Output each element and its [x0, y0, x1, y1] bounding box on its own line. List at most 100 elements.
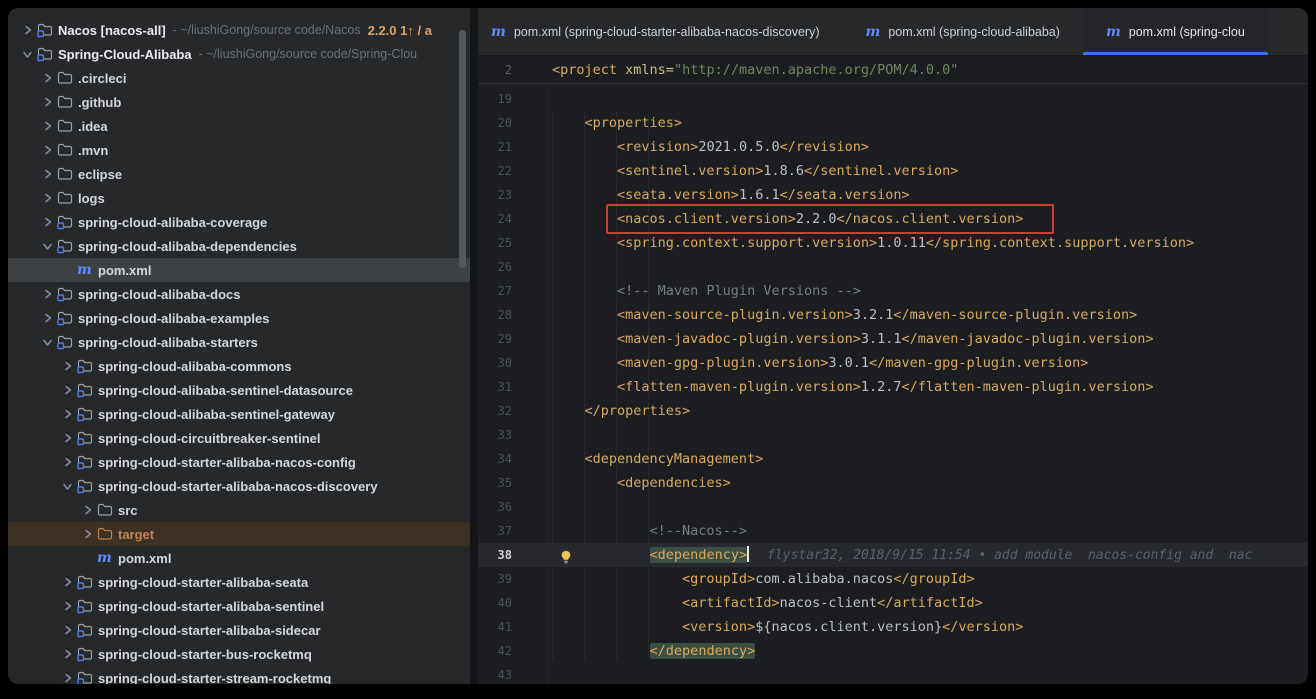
code-editor-area[interactable]: 1920 <properties>21 <revision>2021.0.5.0… [478, 85, 1308, 684]
chevron-right-icon[interactable] [58, 601, 77, 611]
chevron-right-icon[interactable] [18, 25, 37, 35]
tree-item-spring-cloud-starter-alibaba-sentinel[interactable]: spring-cloud-starter-alibaba-sentinel [8, 594, 470, 618]
module-folder-icon [77, 407, 98, 422]
tree-item-spring-cloud-alibaba-coverage[interactable]: spring-cloud-alibaba-coverage [8, 210, 470, 234]
module-folder-icon [77, 383, 98, 398]
tree-item-spring-cloud-alibaba-sentinel-gateway[interactable]: spring-cloud-alibaba-sentinel-gateway [8, 402, 470, 426]
chevron-down-icon[interactable] [43, 333, 53, 352]
chevron-right-icon[interactable] [58, 385, 77, 395]
chevron-right-icon[interactable] [58, 577, 77, 587]
tree-item-spring-cloud-starter-alibaba-sidecar[interactable]: spring-cloud-starter-alibaba-sidecar [8, 618, 470, 642]
line-number: 21 [478, 135, 512, 159]
chevron-right-icon[interactable] [58, 649, 77, 659]
code-line-43[interactable]: 43 [478, 663, 1308, 684]
tree-item-spring-cloud-alibaba-sentinel-datasource[interactable]: spring-cloud-alibaba-sentinel-datasource [8, 378, 470, 402]
chevron-right-icon[interactable] [38, 97, 57, 107]
tree-item-spring-cloud-alibaba-dependencies[interactable]: spring-cloud-alibaba-dependencies [8, 234, 470, 258]
tree-item-github[interactable]: .github [8, 90, 470, 114]
code-text: </properties> [552, 399, 690, 423]
chevron-down-icon[interactable] [63, 477, 73, 496]
tree-item-nacos-nacos-all[interactable]: Nacos [nacos-all]- ~/liushiGong/source c… [8, 18, 470, 42]
sticky-context-line[interactable]: 2 <project xmlns="http://maven.apache.or… [478, 56, 1308, 84]
chevron-right-icon[interactable] [38, 313, 57, 323]
editor-tab-pom-xml-spring-cloud-starter-alibaba-nacos-discovery[interactable]: mpom.xml (spring-cloud-starter-alibaba-n… [478, 8, 843, 55]
tree-item-mvn[interactable]: .mvn [8, 138, 470, 162]
tree-item-target[interactable]: target [8, 522, 470, 546]
code-line-38[interactable]: 38 <dependency>flystar32, 2018/9/15 11:5… [478, 543, 1308, 567]
tree-item-circleci[interactable]: .circleci [8, 66, 470, 90]
tree-item-spring-cloud-alibaba-commons[interactable]: spring-cloud-alibaba-commons [8, 354, 470, 378]
code-line-37[interactable]: 37 <!--Nacos--> [478, 519, 1308, 543]
code-line-21[interactable]: 21 <revision>2021.0.5.0</revision> [478, 135, 1308, 159]
code-text: <sentinel.version>1.8.6</sentinel.versio… [552, 159, 958, 183]
chevron-right-icon[interactable] [38, 169, 57, 179]
code-line-39[interactable]: 39 <groupId>com.alibaba.nacos</groupId> [478, 567, 1308, 591]
tree-item-eclipse[interactable]: eclipse [8, 162, 470, 186]
tree-item-logs[interactable]: logs [8, 186, 470, 210]
chevron-right-icon[interactable] [78, 505, 97, 515]
chevron-right-icon[interactable] [58, 433, 77, 443]
chevron-right-icon[interactable] [58, 673, 77, 683]
tree-item-spring-cloud-alibaba-examples[interactable]: spring-cloud-alibaba-examples [8, 306, 470, 330]
tree-item-spring-cloud-starter-alibaba-nacos-discovery[interactable]: spring-cloud-starter-alibaba-nacos-disco… [8, 474, 470, 498]
code-line-28[interactable]: 28 <maven-source-plugin.version>3.2.1</m… [478, 303, 1308, 327]
chevron-right-icon[interactable] [78, 529, 97, 539]
code-line-33[interactable]: 33 [478, 423, 1308, 447]
code-line-25[interactable]: 25 <spring.context.support.version>1.0.1… [478, 231, 1308, 255]
line-number: 40 [478, 591, 512, 615]
tree-item-src[interactable]: src [8, 498, 470, 522]
chevron-right-icon[interactable] [58, 625, 77, 635]
chevron-right-icon[interactable] [58, 361, 77, 371]
code-line-30[interactable]: 30 <maven-gpg-plugin.version>3.0.1</mave… [478, 351, 1308, 375]
chevron-down-icon[interactable] [43, 237, 53, 256]
code-line-24[interactable]: 24 <nacos.client.version>2.2.0</nacos.cl… [478, 207, 1308, 231]
code-line-22[interactable]: 22 <sentinel.version>1.8.6</sentinel.ver… [478, 159, 1308, 183]
code-line-32[interactable]: 32 </properties> [478, 399, 1308, 423]
tree-item-spring-cloud-starter-stream-rocketmq[interactable]: spring-cloud-starter-stream-rocketmq [8, 666, 470, 684]
chevron-right-icon[interactable] [38, 73, 57, 83]
chevron-right-icon[interactable] [38, 121, 57, 131]
code-line-19[interactable]: 19 [478, 87, 1308, 111]
tree-item-idea[interactable]: .idea [8, 114, 470, 138]
text-cursor [747, 546, 749, 562]
code-line-26[interactable]: 26 [478, 255, 1308, 279]
code-line-29[interactable]: 29 <maven-javadoc-plugin.version>3.1.1</… [478, 327, 1308, 351]
code-line-36[interactable]: 36 [478, 495, 1308, 519]
module-folder-icon [77, 647, 98, 662]
code-line-42[interactable]: 42 </dependency> [478, 639, 1308, 663]
code-line-34[interactable]: 34 <dependencyManagement> [478, 447, 1308, 471]
code-token: <!--Nacos--> [552, 523, 747, 539]
code-line-40[interactable]: 40 <artifactId>nacos-client</artifactId> [478, 591, 1308, 615]
chevron-right-icon[interactable] [38, 145, 57, 155]
code-line-35[interactable]: 35 <dependencies> [478, 471, 1308, 495]
code-line-23[interactable]: 23 <seata.version>1.6.1</seata.version> [478, 183, 1308, 207]
tree-item-spring-cloud-alibaba-docs[interactable]: spring-cloud-alibaba-docs [8, 282, 470, 306]
chevron-right-icon[interactable] [58, 409, 77, 419]
tree-item-spring-cloud-starter-alibaba-nacos-config[interactable]: spring-cloud-starter-alibaba-nacos-confi… [8, 450, 470, 474]
code-line-41[interactable]: 41 <version>${nacos.client.version}</ver… [478, 615, 1308, 639]
tree-item-pom-xml[interactable]: mpom.xml [8, 546, 470, 570]
code-token: nacos-client [780, 595, 878, 611]
code-token: 2.2.0 [796, 211, 837, 227]
code-line-31[interactable]: 31 <flatten-maven-plugin.version>1.2.7</… [478, 375, 1308, 399]
code-token: 1.2.7 [861, 379, 902, 395]
tree-item-spring-cloud-circuitbreaker-sentinel[interactable]: spring-cloud-circuitbreaker-sentinel [8, 426, 470, 450]
tree-item-spring-cloud-starter-alibaba-seata[interactable]: spring-cloud-starter-alibaba-seata [8, 570, 470, 594]
chevron-right-icon[interactable] [38, 217, 57, 227]
tree-item-spring-cloud-starter-bus-rocketmq[interactable]: spring-cloud-starter-bus-rocketmq [8, 642, 470, 666]
tree-scrollbar-thumb[interactable] [459, 30, 466, 268]
tree-item-pom-xml[interactable]: mpom.xml [8, 258, 470, 282]
chevron-right-icon[interactable] [38, 193, 57, 203]
folder-icon [97, 527, 118, 541]
chevron-down-icon[interactable] [23, 45, 33, 64]
editor-tab-pom-xml-spring-clou[interactable]: mpom.xml (spring-clou [1083, 8, 1268, 55]
chevron-right-icon[interactable] [58, 457, 77, 467]
editor-tab-pom-xml-spring-cloud-alibaba[interactable]: mpom.xml (spring-cloud-alibaba) [843, 8, 1083, 55]
line-number: 41 [478, 615, 512, 639]
code-line-20[interactable]: 20 <properties> [478, 111, 1308, 135]
code-line-27[interactable]: 27 <!-- Maven Plugin Versions --> [478, 279, 1308, 303]
tree-item-spring-cloud-alibaba-starters[interactable]: spring-cloud-alibaba-starters [8, 330, 470, 354]
code-token: 3.1.1 [861, 331, 902, 347]
chevron-right-icon[interactable] [38, 289, 57, 299]
tree-item-spring-cloud-alibaba[interactable]: Spring-Cloud-Alibaba- ~/liushiGong/sourc… [8, 42, 470, 66]
